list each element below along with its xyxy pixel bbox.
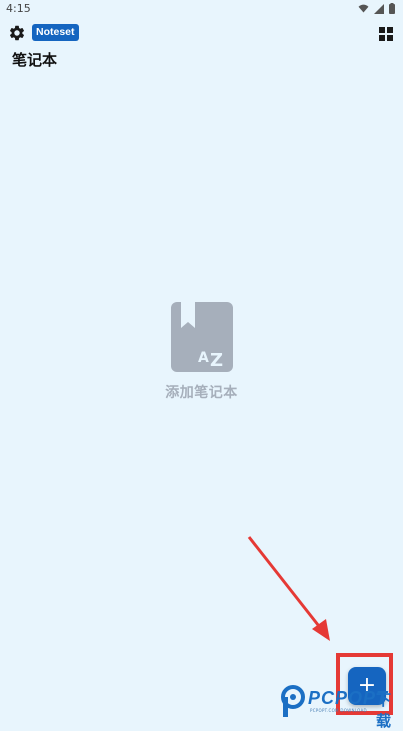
- watermark-subtitle: PCPOPT.COM DOWNLOAD: [310, 708, 367, 713]
- plus-icon: +: [357, 673, 377, 698]
- empty-state-label: 添加笔记本: [165, 385, 238, 401]
- app-name-badge: Noteset: [32, 24, 79, 41]
- svg-text:A: A: [198, 350, 209, 366]
- watermark-logo-icon: [281, 685, 305, 717]
- add-notebook-fab[interactable]: +: [348, 667, 386, 705]
- layout-toggle-button[interactable]: [379, 26, 393, 41]
- battery-icon: [389, 3, 395, 14]
- notebook-az-icon: A Z: [170, 302, 233, 372]
- status-time: 4:15: [6, 2, 31, 15]
- gear-icon: [9, 25, 25, 41]
- signal-icon: [374, 3, 384, 14]
- grid-view-icon: [379, 27, 393, 41]
- settings-button[interactable]: [8, 24, 26, 42]
- status-bar: 4:15: [0, 0, 403, 18]
- wifi-icon: [358, 4, 369, 13]
- empty-state-add-notebook[interactable]: A Z 添加笔记本: [0, 302, 403, 402]
- svg-text:Z: Z: [210, 350, 223, 371]
- status-icons: [358, 3, 395, 14]
- top-bar: Noteset: [0, 22, 403, 44]
- page-title: 笔记本: [12, 51, 58, 69]
